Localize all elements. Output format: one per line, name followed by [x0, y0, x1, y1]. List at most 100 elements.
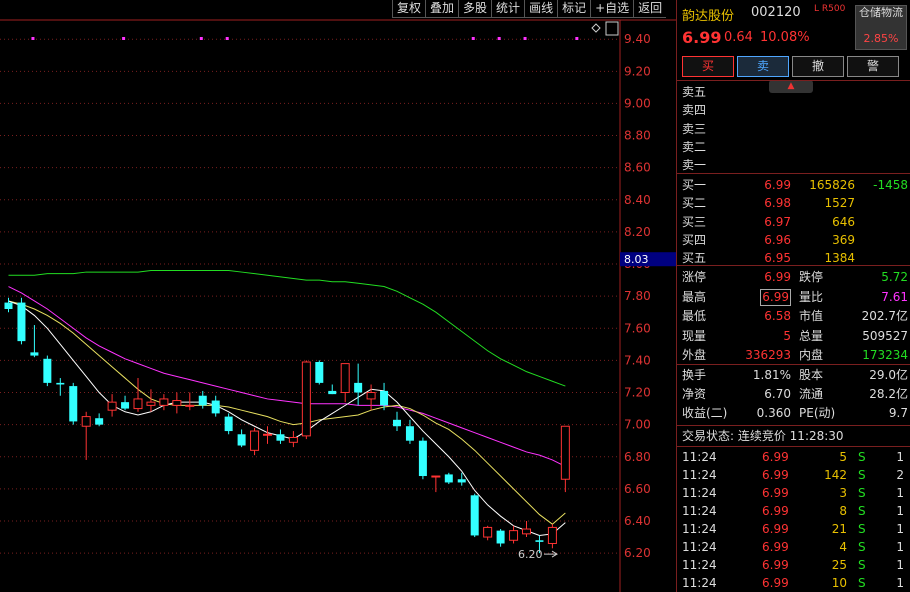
tick-row: 11:24 6.99 5 S 1: [682, 448, 908, 466]
ask-row: 卖二: [682, 138, 908, 156]
price-change: 0.64: [724, 30, 753, 45]
stat-value: 9.7: [888, 406, 908, 420]
candlestick-chart[interactable]: 9.409.209.008.808.608.408.208.007.807.60…: [0, 0, 676, 592]
tick-volume: 4: [839, 540, 847, 554]
bid-label: 买二: [682, 196, 707, 211]
tick-row: 11:24 6.99 4 S 1: [682, 538, 908, 556]
stat-label: 跌停: [799, 270, 824, 284]
candle-body: [483, 526, 493, 538]
divider: [676, 173, 910, 174]
toolbar-button[interactable]: 多股: [458, 0, 492, 18]
stat-value: 5: [783, 328, 791, 343]
stat-value: 202.7亿: [861, 309, 908, 323]
bid-price: 6.99: [764, 178, 791, 192]
candle-body: [224, 416, 233, 432]
current-price-label: 8.03: [624, 253, 649, 266]
tick-row: 11:24 6.99 21 S 1: [682, 520, 908, 538]
tick-price: 6.99: [762, 504, 789, 518]
price-tick-label: 6.80: [624, 450, 651, 464]
stat-value: 5.72: [881, 270, 908, 284]
stat-label: 外盘: [682, 348, 707, 362]
sector-name: 仓储物流: [859, 6, 903, 19]
price-tick-label: 6.60: [624, 482, 651, 496]
stat-label: 净资: [682, 387, 707, 401]
candle-body: [328, 390, 337, 395]
ask-row: 卖一: [682, 156, 908, 174]
stat-value: 28.2亿: [869, 387, 908, 401]
tick-time: 11:24: [682, 486, 717, 500]
candle-body: [522, 528, 531, 535]
price-tick-label: 8.60: [624, 161, 651, 175]
divider: [676, 80, 910, 81]
tick-side: S: [858, 450, 866, 464]
toolbar-button[interactable]: +自选: [590, 0, 634, 18]
current-price: 6.99: [682, 28, 722, 47]
tick-count: 1: [896, 522, 904, 536]
ask-row: 卖三: [682, 120, 908, 138]
candle-body: [315, 362, 324, 383]
tick-price: 6.99: [762, 468, 789, 482]
ask-row: 卖四: [682, 101, 908, 119]
bid-price: 6.98: [764, 196, 791, 211]
tick-row: 11:24 6.99 142 S 2: [682, 466, 908, 484]
bid-row: 买三 6.97 646: [682, 213, 908, 231]
candle-body: [496, 530, 505, 544]
ask-label: 卖一: [682, 158, 707, 173]
candle-body: [81, 416, 91, 427]
stat-value: 6.99: [760, 288, 791, 306]
signal-marker: [497, 37, 501, 40]
candle-body: [288, 436, 298, 443]
ask-label: 卖三: [682, 121, 707, 136]
toolbar-button[interactable]: 叠加: [425, 0, 459, 18]
bid-label: 买四: [682, 232, 707, 247]
tick-time: 11:24: [682, 504, 717, 518]
candle-body: [301, 361, 311, 437]
stat-label: 市值: [799, 309, 824, 323]
toolbar-button[interactable]: 画线: [524, 0, 558, 18]
tick-price: 6.99: [762, 522, 789, 536]
candle-body: [263, 433, 272, 436]
tick-count: 1: [896, 558, 904, 572]
tick-side: S: [858, 504, 866, 518]
candle-body: [198, 395, 207, 406]
stat-value: 7.61: [881, 289, 908, 304]
bid-row: 买四 6.96 369: [682, 231, 908, 249]
tick-time: 11:24: [682, 558, 717, 572]
buy-button[interactable]: 买: [682, 56, 734, 77]
quote-panel: 韵达股份 002120 L R500 仓储物流 2.85% 6.99 0.64 …: [676, 0, 910, 592]
cancel-order-button[interactable]: 撤: [792, 56, 844, 77]
bid-delta: -1458: [873, 178, 908, 192]
candle-body: [172, 400, 182, 406]
price-tick-label: 6.40: [624, 514, 651, 528]
candle-body: [185, 404, 195, 407]
stat-value: 509527: [862, 328, 908, 343]
tick-price: 6.99: [762, 486, 789, 500]
sell-button[interactable]: 卖: [737, 56, 789, 77]
price-tick-label: 8.20: [624, 225, 651, 239]
candle-body: [431, 475, 441, 478]
candle-body: [237, 434, 246, 446]
alert-button[interactable]: 警: [847, 56, 899, 77]
candle-body: [393, 419, 401, 427]
toolbar-button[interactable]: 标记: [557, 0, 591, 18]
candle-body: [340, 363, 350, 394]
stat-value: 6.70: [764, 387, 791, 401]
tick-side: S: [858, 540, 866, 554]
ask-label: 卖四: [682, 103, 707, 118]
bid-volume: 1527: [824, 196, 855, 211]
candle-body: [95, 418, 104, 425]
trade-status-text: 交易状态: 连续竞价 11:28:30: [682, 429, 844, 443]
stat-label: 内盘: [799, 348, 824, 362]
tick-count: 2: [896, 468, 904, 482]
tick-time: 11:24: [682, 468, 717, 482]
toolbar-button[interactable]: 统计: [491, 0, 525, 18]
tick-row: 11:24 6.99 8 S 1: [682, 502, 908, 520]
tick-volume: 3: [839, 486, 847, 500]
stat-row: 涨停 6.99 跌停 5.72: [682, 268, 908, 286]
toolbar-button[interactable]: 返回: [633, 0, 667, 18]
toolbar-button[interactable]: 复权: [392, 0, 426, 18]
candle-body: [405, 426, 414, 441]
candle-body: [366, 392, 376, 400]
sector-button[interactable]: 仓储物流 2.85%: [855, 5, 907, 50]
bid-price: 6.97: [764, 214, 791, 229]
